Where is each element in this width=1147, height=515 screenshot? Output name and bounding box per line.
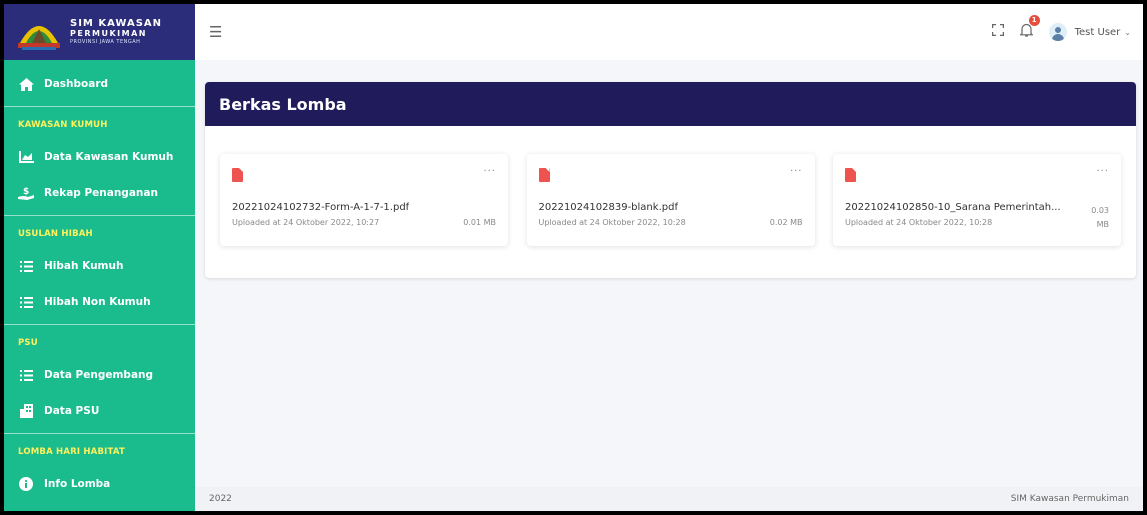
- footer-year: 2022: [209, 494, 232, 504]
- top-header: ☰ 1 Test User ⌄: [195, 4, 1143, 60]
- sidebar: SIM KAWASAN PERMUKIMAN PROVINSI JAWA TEN…: [4, 4, 195, 511]
- file-size: 0.02 MB: [769, 218, 803, 227]
- divider: [4, 215, 195, 216]
- avatar: [1048, 23, 1067, 41]
- fullscreen-icon[interactable]: [991, 23, 1004, 40]
- divider: [4, 433, 195, 434]
- berkas-lomba-panel: Berkas Lomba ··· 20221024102732-Form-A-1…: [205, 82, 1136, 278]
- more-options-icon[interactable]: ···: [483, 166, 496, 177]
- bell-icon[interactable]: 1: [1018, 15, 1040, 41]
- section-psu: PSU: [18, 338, 38, 348]
- file-list: ··· 20221024102732-Form-A-1-7-1.pdf Uplo…: [220, 154, 1121, 246]
- sidebar-item-dashboard[interactable]: Dashboard: [4, 66, 195, 102]
- file-upload-date: Uploaded at 24 Oktober 2022, 10:28: [845, 218, 993, 227]
- sidebar-item-data-kawasan-kumuh[interactable]: Data Kawasan Kumuh: [4, 139, 195, 175]
- section-kawasan-kumuh: KAWASAN KUMUH: [18, 120, 108, 130]
- sidebar-item-label: Rekap Penanganan: [44, 187, 158, 199]
- list-icon: [18, 368, 34, 382]
- sidebar-item-label: Info Lomba: [44, 478, 111, 490]
- notification-badge: 1: [1028, 15, 1040, 26]
- sidebar-item-label: Hibah Kumuh: [44, 260, 124, 272]
- sidebar-item-label: Hibah Non Kumuh: [44, 296, 151, 308]
- pdf-file-icon: [538, 168, 550, 182]
- area-chart-icon: [18, 150, 34, 164]
- building-icon: [18, 404, 34, 418]
- footer: 2022 SIM Kawasan Permukiman: [195, 487, 1143, 511]
- section-lomba-hari-habitat: LOMBA HARI HABITAT: [18, 447, 125, 457]
- file-card[interactable]: ··· 20221024102839-blank.pdf Uploaded at…: [526, 154, 815, 246]
- sidebar-item-label: Data Pengembang: [44, 369, 154, 381]
- sidebar-item-data-psu[interactable]: Data PSU: [4, 393, 195, 429]
- sidebar-item-label: Data PSU: [44, 405, 100, 417]
- page-title: Berkas Lomba: [205, 82, 1136, 126]
- file-card[interactable]: ··· 20221024102732-Form-A-1-7-1.pdf Uplo…: [220, 154, 508, 246]
- svg-text:$: $: [23, 187, 29, 197]
- section-usulan-hibah: USULAN HIBAH: [18, 229, 93, 239]
- sidebar-item-info-lomba[interactable]: Info Lomba: [4, 466, 195, 502]
- info-icon: [18, 477, 34, 491]
- more-options-icon[interactable]: ···: [790, 166, 803, 177]
- file-name: 20221024102839-blank.pdf: [538, 202, 678, 213]
- pdf-file-icon: [845, 168, 856, 182]
- user-name: Test User: [1074, 26, 1121, 38]
- file-size: 0.03 MB: [1091, 206, 1109, 229]
- list-icon: [18, 295, 34, 309]
- divider: [4, 324, 195, 325]
- footer-app-name: SIM Kawasan Permukiman: [1010, 494, 1129, 504]
- divider: [4, 106, 195, 107]
- hand-dollar-icon: $: [18, 186, 34, 200]
- list-icon: [18, 259, 34, 273]
- brand-title: SIM KAWASAN: [70, 18, 163, 29]
- sidebar-item-label: Dashboard: [44, 78, 109, 90]
- more-options-icon[interactable]: ···: [1096, 166, 1109, 177]
- file-name: 20221024102732-Form-A-1-7-1.pdf: [232, 202, 410, 213]
- sidebar-item-hibah-non-kumuh[interactable]: Hibah Non Kumuh: [4, 284, 195, 320]
- file-card[interactable]: ··· 20221024102850-10_Sarana Pemerintah.…: [833, 154, 1121, 246]
- chevron-down-icon: ⌄: [1124, 27, 1131, 37]
- file-size: 0.01 MB: [463, 218, 496, 227]
- file-name: 20221024102850-10_Sarana Pemerintah...: [845, 202, 1061, 213]
- brand-subtitle: PERMUKIMAN: [70, 29, 147, 38]
- brand-province: PROVINSI JAWA TENGAH: [70, 39, 141, 45]
- sidebar-item-hibah-kumuh[interactable]: Hibah Kumuh: [4, 248, 195, 284]
- sidebar-item-label: Data Kawasan Kumuh: [44, 151, 174, 163]
- file-upload-date: Uploaded at 24 Oktober 2022, 10:28: [538, 218, 686, 227]
- sidebar-item-rekap-penanganan[interactable]: $ Rekap Penanganan: [4, 175, 195, 211]
- sidebar-item-data-pengembang[interactable]: Data Pengembang: [4, 357, 195, 393]
- file-upload-date: Uploaded at 24 Oktober 2022, 10:27: [232, 218, 380, 227]
- menu-toggle-icon[interactable]: ☰: [209, 23, 222, 41]
- app-frame: SIM KAWASAN PERMUKIMAN PROVINSI JAWA TEN…: [4, 4, 1143, 511]
- logo-icon: [14, 13, 64, 51]
- home-icon: [18, 77, 34, 91]
- brand[interactable]: SIM KAWASAN PERMUKIMAN PROVINSI JAWA TEN…: [4, 4, 195, 60]
- pdf-file-icon: [232, 168, 243, 182]
- user-menu[interactable]: Test User ⌄: [1048, 23, 1131, 41]
